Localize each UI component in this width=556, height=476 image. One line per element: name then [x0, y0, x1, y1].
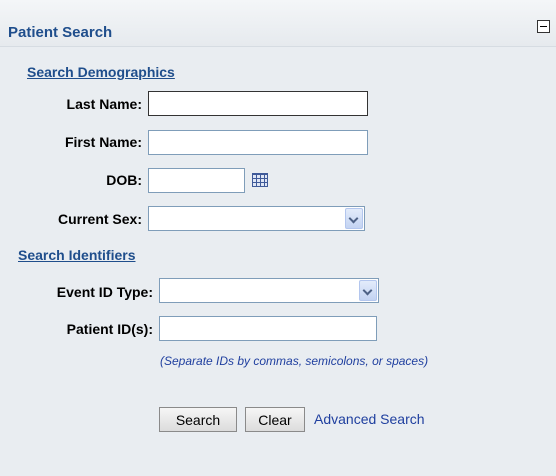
- last-name-input[interactable]: [148, 91, 368, 116]
- first-name-input[interactable]: [148, 130, 368, 155]
- advanced-search-link[interactable]: Advanced Search: [314, 411, 425, 427]
- dob-input[interactable]: [148, 168, 245, 193]
- first-name-label: First Name:: [64, 134, 142, 150]
- dob-label: DOB:: [106, 172, 142, 188]
- current-sex-select[interactable]: [148, 206, 365, 231]
- calendar-icon[interactable]: [252, 173, 268, 187]
- search-identifiers-link[interactable]: Search Identifiers: [18, 247, 136, 263]
- event-id-type-label: Event ID Type:: [56, 284, 153, 300]
- patient-ids-hint: (Separate IDs by commas, semicolons, or …: [160, 354, 429, 368]
- chevron-down-icon[interactable]: [345, 208, 363, 229]
- clear-button[interactable]: Clear: [245, 407, 305, 432]
- patient-ids-label: Patient ID(s):: [66, 321, 153, 337]
- search-demographics-link[interactable]: Search Demographics: [27, 64, 175, 80]
- patient-ids-input[interactable]: [159, 316, 377, 341]
- patient-search-panel: Patient Search Search Demographics Last …: [0, 0, 556, 476]
- current-sex-label: Current Sex:: [57, 211, 142, 227]
- panel-header: Patient Search: [0, 0, 556, 47]
- collapse-icon[interactable]: [537, 20, 550, 33]
- event-id-type-select[interactable]: [159, 278, 379, 303]
- search-button[interactable]: Search: [159, 407, 237, 432]
- last-name-label: Last Name:: [66, 96, 142, 112]
- chevron-down-icon[interactable]: [359, 280, 377, 301]
- panel-title: Patient Search: [8, 24, 113, 41]
